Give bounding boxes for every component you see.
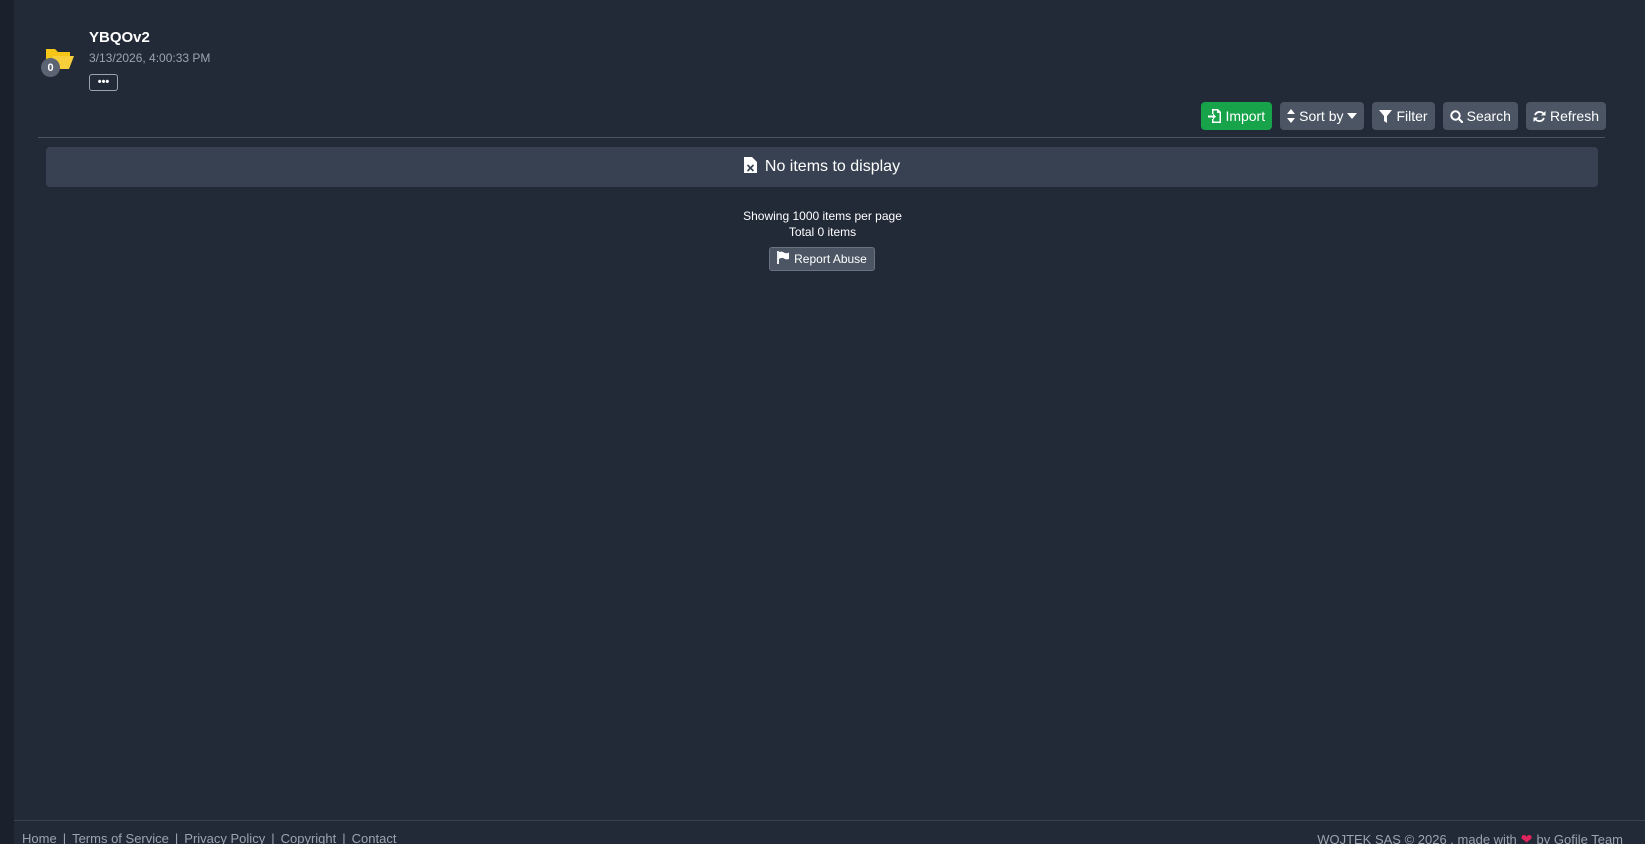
refresh-label: Refresh <box>1549 108 1599 124</box>
report-abuse-label: Report Abuse <box>794 252 867 266</box>
folder-date: 3/13/2026, 4:00:33 PM <box>89 51 211 65</box>
file-excel-icon <box>743 156 757 178</box>
toolbar-divider <box>38 137 1605 138</box>
sort-by-button[interactable]: Sort by <box>1280 102 1365 130</box>
search-icon <box>1449 109 1463 123</box>
search-button[interactable]: Search <box>1442 102 1518 130</box>
footer-separator: | <box>62 831 67 844</box>
item-count-badge: 0 <box>41 58 60 77</box>
items-per-page-text: Showing 1000 items per page <box>743 209 902 223</box>
empty-state-notice: No items to display <box>46 147 1598 187</box>
footer-divider <box>14 820 1645 821</box>
left-edge-strip <box>0 0 14 844</box>
import-label: Import <box>1225 108 1266 124</box>
folder-title: YBQOv2 <box>89 29 150 46</box>
flag-icon <box>777 251 790 267</box>
footer-credit: WOJTEK SAS © 2026 , made with ❤ by Gofil… <box>1317 831 1623 844</box>
pagination-info: Showing 1000 items per page Total 0 item… <box>0 208 1645 240</box>
refresh-button[interactable]: Refresh <box>1525 102 1606 130</box>
filter-icon <box>1379 109 1393 123</box>
footer-link-contact[interactable]: Contact <box>352 831 397 844</box>
sort-icon <box>1287 109 1296 123</box>
footer-separator: | <box>174 831 179 844</box>
footer-link-privacy[interactable]: Privacy Policy <box>184 831 265 844</box>
filter-label: Filter <box>1396 108 1428 124</box>
sort-by-label: Sort by <box>1299 108 1344 124</box>
footer-link-copyright[interactable]: Copyright <box>281 831 337 844</box>
refresh-icon <box>1533 110 1546 123</box>
footer-credit-suffix: by Gofile Team <box>1536 832 1623 844</box>
footer-separator: | <box>342 831 346 844</box>
report-abuse-button[interactable]: Report Abuse <box>769 247 875 271</box>
toolbar: Import Sort by Filter Search Refresh <box>1201 102 1606 130</box>
footer-separator: | <box>271 831 275 844</box>
file-import-icon <box>1208 109 1222 123</box>
empty-message: No items to display <box>764 158 901 175</box>
heart-icon: ❤ <box>1520 831 1533 844</box>
total-items-text: Total 0 items <box>788 225 857 239</box>
footer-links: Home | Terms of Service | Privacy Policy… <box>22 831 396 844</box>
search-label: Search <box>1466 108 1511 124</box>
footer-credit-prefix: WOJTEK SAS © 2026 , made with <box>1317 832 1517 844</box>
footer-link-terms[interactable]: Terms of Service <box>72 831 169 844</box>
import-button[interactable]: Import <box>1201 102 1273 130</box>
caret-down-icon <box>1347 113 1358 119</box>
more-options-button[interactable]: ••• <box>89 74 118 91</box>
filter-button[interactable]: Filter <box>1372 102 1435 130</box>
footer-link-home[interactable]: Home <box>22 831 57 844</box>
